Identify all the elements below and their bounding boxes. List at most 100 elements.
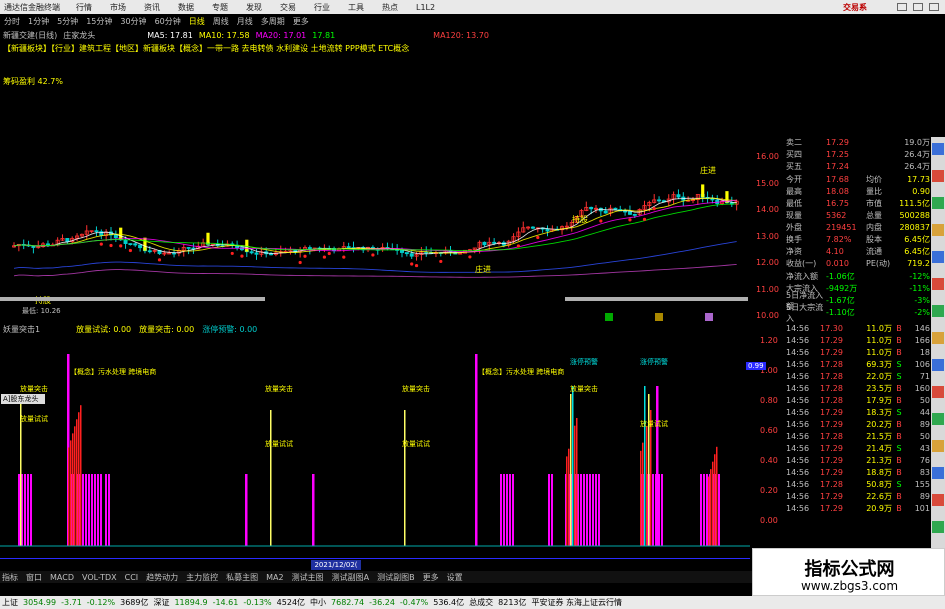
list-icon[interactable] bbox=[932, 197, 944, 209]
tick-count: 43 bbox=[919, 444, 930, 453]
indicator-tab[interactable]: 设置 bbox=[447, 572, 463, 583]
indicator-tab[interactable]: 测试主图 bbox=[292, 572, 324, 583]
ma-line-10 bbox=[13, 197, 737, 254]
period-tab-5[interactable]: 60分钟 bbox=[155, 16, 181, 27]
tick-time: 14:56 bbox=[786, 396, 810, 405]
indicator-tab[interactable]: 私募主图 bbox=[226, 572, 258, 583]
menu-item[interactable]: 工具 bbox=[348, 2, 364, 13]
period-tab-7[interactable]: 周线 bbox=[213, 16, 229, 27]
pie-icon[interactable] bbox=[932, 386, 944, 398]
period-tab-6[interactable]: 日线 bbox=[189, 16, 205, 27]
link-icon[interactable] bbox=[932, 494, 944, 506]
period-tab-9[interactable]: 多周期 bbox=[261, 16, 285, 27]
watermark-url: www.zbgs3.com bbox=[800, 579, 899, 593]
quote-value: 17.24 bbox=[826, 162, 849, 171]
signal-bar-base bbox=[551, 474, 553, 546]
user-icon[interactable] bbox=[932, 521, 944, 533]
quote-label: 买四 bbox=[786, 150, 802, 159]
candlestick-chart[interactable]: 持股庄进庄进持股 bbox=[0, 55, 752, 305]
tick-price: 17.28 bbox=[820, 372, 843, 381]
menu-item[interactable]: 发现 bbox=[246, 2, 262, 13]
signal-dot bbox=[99, 242, 103, 246]
market-quote-item: 3054.99 bbox=[23, 598, 57, 607]
signal-bar-red bbox=[646, 426, 648, 546]
menu-item[interactable]: 资讯 bbox=[144, 2, 160, 13]
period-tab-0[interactable]: 分时 bbox=[4, 16, 20, 27]
quote-row: 卖二 17.29 19.0万 bbox=[786, 137, 930, 148]
quote-label: 净资 bbox=[786, 247, 802, 256]
tick-volume: 18.8万 bbox=[866, 468, 892, 477]
surge-label: 放量突击 bbox=[570, 384, 598, 393]
signal-dot bbox=[536, 235, 540, 240]
bell-icon[interactable] bbox=[932, 224, 944, 236]
period-tab-3[interactable]: 15分钟 bbox=[86, 16, 112, 27]
market-quote-item: 深证 bbox=[153, 598, 170, 607]
indicator-tab[interactable]: 趋势动力 bbox=[146, 572, 178, 583]
quote-row: 外盘 219451 内盘 280837 bbox=[786, 222, 930, 233]
grid-icon[interactable] bbox=[932, 413, 944, 425]
sub-axis-tick: 0.00 bbox=[760, 516, 778, 525]
signal-dot bbox=[230, 251, 234, 256]
signal-bar-base bbox=[82, 474, 84, 546]
indicator-tab[interactable]: 主力监控 bbox=[186, 572, 218, 583]
indicator-tab[interactable]: MACD bbox=[50, 573, 74, 582]
flag-icon[interactable] bbox=[932, 467, 944, 479]
candle-body bbox=[186, 247, 191, 249]
rsi-icon[interactable] bbox=[932, 305, 944, 317]
indicator-tab[interactable]: 更多 bbox=[423, 572, 439, 583]
chart-icon[interactable] bbox=[932, 170, 944, 182]
tick-volume: 11.0万 bbox=[866, 324, 892, 333]
sub-indicator-name[interactable]: 妖量突击1 bbox=[3, 324, 40, 335]
candle-body bbox=[269, 253, 274, 256]
low-price-label: 最低: 10.26 bbox=[22, 307, 61, 315]
indicator-tab[interactable]: CCI bbox=[125, 573, 139, 582]
concept-tags: 【新疆板块】【行业】建筑工程【地区】新疆板块【概念】一带一路 去电转债 水利建设… bbox=[3, 43, 410, 53]
close-icon[interactable] bbox=[929, 3, 939, 11]
info-icon[interactable] bbox=[932, 440, 944, 452]
signal-bar-base bbox=[85, 474, 87, 546]
tick-count: 50 bbox=[919, 432, 930, 441]
indicator-tab[interactable]: VOL-TDX bbox=[82, 573, 117, 582]
minimize-icon[interactable] bbox=[897, 3, 907, 11]
news-icon[interactable] bbox=[932, 359, 944, 371]
menu-item[interactable]: 热点 bbox=[382, 2, 398, 13]
period-tab-8[interactable]: 月线 bbox=[237, 16, 253, 27]
price-axis-tick: 16.00 bbox=[756, 152, 779, 161]
menu-item[interactable]: 专题 bbox=[212, 2, 228, 13]
indicator-tab[interactable]: 测试副图A bbox=[332, 572, 369, 583]
cog-icon[interactable] bbox=[932, 251, 944, 263]
tick-price: 17.28 bbox=[820, 360, 843, 369]
period-tab-10[interactable]: 更多 bbox=[293, 16, 309, 27]
indicator-tab[interactable]: 测试副图B bbox=[377, 572, 415, 583]
surge-label: 放量突击 bbox=[265, 384, 293, 393]
signal-bar-tall bbox=[475, 354, 478, 546]
sub-indicator-bar: 妖量突击1 放量试试: 0.00 放量突击: 0.00 涨停预警: 0.00 bbox=[0, 323, 750, 335]
maximize-icon[interactable] bbox=[913, 3, 923, 11]
tick-side: B bbox=[896, 420, 902, 429]
doc-icon[interactable] bbox=[932, 332, 944, 344]
menu-item[interactable]: 行业 bbox=[314, 2, 330, 13]
indicator-tab[interactable]: 指标 bbox=[2, 572, 18, 583]
quote-label: 换手 bbox=[786, 235, 802, 244]
period-tab-2[interactable]: 5分钟 bbox=[57, 16, 78, 27]
ma30-value: 17.81 bbox=[312, 30, 336, 40]
indicator-tab[interactable]: 窗口 bbox=[26, 572, 42, 583]
period-tab-1[interactable]: 1分钟 bbox=[28, 16, 49, 27]
tick-row: 14:56 17.28 21.5万 B 50 bbox=[786, 431, 930, 442]
market-quote-item: 4524亿 bbox=[276, 598, 306, 607]
indicator-tab[interactable]: MA2 bbox=[266, 573, 283, 582]
menu-item[interactable]: 行情 bbox=[76, 2, 92, 13]
candle-body bbox=[172, 252, 177, 255]
menu-item[interactable]: L1L2 bbox=[416, 3, 435, 12]
tick-count: 44 bbox=[919, 408, 930, 417]
period-tab-4[interactable]: 30分钟 bbox=[120, 16, 146, 27]
menu-item[interactable]: 市场 bbox=[110, 2, 126, 13]
menu-item[interactable]: 交易 bbox=[280, 2, 296, 13]
sub-indicator-chart[interactable]: 【概念】污水处理 跨境电商 【概念】污水处理 跨境电商放量突击放量试试放量突击放量… bbox=[0, 336, 752, 558]
signal-bar-base bbox=[700, 474, 702, 546]
tick-time: 14:56 bbox=[786, 468, 810, 477]
shield-icon[interactable] bbox=[932, 143, 944, 155]
star-icon[interactable] bbox=[932, 278, 944, 290]
menu-item[interactable]: 数据 bbox=[178, 2, 194, 13]
tick-side: B bbox=[896, 504, 902, 513]
